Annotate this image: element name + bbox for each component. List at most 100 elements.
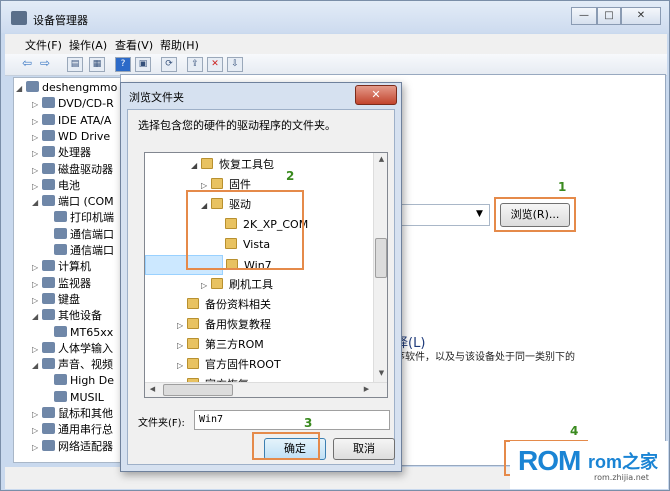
highlight-box-3 [252, 432, 320, 460]
tree-item[interactable]: High De [44, 373, 114, 389]
expander-icon[interactable]: ▷ [32, 97, 42, 113]
disable-icon[interactable]: ✕ [207, 57, 223, 72]
cancel-button[interactable]: 取消 [333, 438, 395, 460]
scan-icon[interactable]: ▣ [135, 57, 151, 72]
expander-icon[interactable]: ◢ [32, 358, 42, 374]
tree-item-label: 磁盘驱动器 [58, 162, 113, 176]
expander-icon[interactable]: ▷ [32, 260, 42, 276]
device-icon [54, 244, 67, 255]
tree-item[interactable]: ▷ IDE ATA/A [32, 113, 111, 129]
device-icon [54, 374, 67, 386]
expander-icon[interactable]: ▷ [32, 293, 42, 309]
tree-item[interactable]: ▷ 计算机 [32, 259, 91, 275]
maximize-button[interactable]: □ [597, 7, 621, 25]
tree-item[interactable]: ◢ 其他设备 [32, 308, 102, 324]
tree-item[interactable]: 通信端口 [44, 227, 114, 243]
folder-item[interactable]: ▷ 官方固件ROOT [145, 355, 373, 375]
scroll-up-icon[interactable]: ▲ [374, 153, 387, 167]
expander-icon[interactable]: ▷ [177, 316, 187, 336]
tree-item[interactable]: 打印机端 [44, 210, 114, 226]
chevron-down-icon[interactable]: ▼ [476, 209, 483, 219]
view-icon[interactable]: ▤ [67, 57, 83, 72]
tree-item[interactable]: ▷ DVD/CD-R [32, 96, 114, 112]
close-button[interactable]: ✕ [621, 7, 661, 25]
expander-icon[interactable]: ◢ [16, 81, 26, 97]
minimize-button[interactable]: — [571, 7, 597, 25]
tree-item-label: 其他设备 [58, 309, 102, 323]
tree-item[interactable]: ▷ 鼠标和其他 [32, 406, 113, 422]
menu-action[interactable]: 操作(A) [69, 37, 107, 53]
expander-icon[interactable]: ▷ [177, 356, 187, 376]
folder-tree[interactable]: ◢ 恢复工具包 ▷ 固件 ◢ 驱动 2K_XP_COM Vista Win7 ▷ 刷机工具 备份资料相… [144, 152, 388, 398]
title-bar: 设备管理器 — □ ✕ [1, 1, 669, 33]
expander-icon[interactable]: ◢ [32, 195, 42, 211]
tree-item[interactable]: ▷ 键盘 [32, 292, 80, 308]
tree-item-label: MT65xx [70, 325, 114, 339]
scroll-down-icon[interactable]: ▼ [374, 367, 387, 381]
device-icon [42, 97, 55, 109]
folder-item[interactable]: ▷ 备用恢复教程 [145, 315, 373, 335]
expander-icon[interactable]: ▷ [32, 146, 42, 162]
annotation-2: 2 [286, 169, 295, 183]
folder-item[interactable]: ◢ 恢复工具包 [145, 155, 373, 175]
menu-help[interactable]: 帮助(H) [160, 37, 199, 53]
folder-item[interactable]: 备份资料相关 [145, 295, 373, 315]
tree-item[interactable]: ▷ WD Drive [32, 129, 110, 145]
tree-item[interactable]: ▷ 监视器 [32, 276, 91, 292]
expander-icon[interactable]: ▷ [32, 342, 42, 358]
tree-item-label: 通信端口 [70, 227, 114, 241]
expander-icon[interactable]: ◢ [32, 309, 42, 325]
tree-item-label: IDE ATA/A [58, 113, 112, 127]
scroll-thumb[interactable] [375, 238, 387, 278]
expander-icon[interactable]: ▷ [32, 277, 42, 293]
vertical-scrollbar[interactable]: ▲ ▼ [373, 153, 387, 382]
tree-item[interactable]: ◢ 声音、视频 [32, 357, 113, 373]
device-icon [42, 407, 55, 418]
properties-icon[interactable]: ▦ [89, 57, 105, 72]
tree-item[interactable]: ▷ 电池 [32, 178, 80, 194]
enable-icon[interactable]: ⇩ [227, 57, 243, 72]
folder-item[interactable]: ▷ 刷机工具 [145, 275, 373, 295]
tree-item[interactable]: MUSIL [44, 390, 104, 406]
device-icon [42, 341, 55, 353]
expander-icon[interactable]: ▷ [32, 423, 42, 439]
scroll-right-icon[interactable]: ▶ [359, 383, 374, 397]
expander-icon[interactable]: ▷ [32, 130, 42, 146]
uninstall-icon[interactable]: ⇪ [187, 57, 203, 72]
expander-icon[interactable]: ▷ [177, 336, 187, 356]
tree-item[interactable]: ◢ deshengmmo [16, 80, 117, 96]
expander-icon[interactable]: ▷ [32, 163, 42, 179]
tree-item[interactable]: ◢ 端口 (COM [32, 194, 114, 210]
folder-item[interactable]: ▷ 第三方ROM [145, 335, 373, 355]
folder-input[interactable]: Win7 [194, 410, 390, 430]
expander-icon[interactable]: ◢ [191, 156, 201, 176]
tree-item[interactable]: MT65xx [44, 325, 113, 341]
menu-file[interactable]: 文件(F) [25, 37, 62, 53]
tree-item[interactable]: 通信端口 [44, 243, 114, 259]
folder-label-text: 恢复工具包 [219, 158, 274, 171]
horizontal-scrollbar[interactable]: ◀ ▶ [145, 382, 387, 397]
forward-icon[interactable]: ⇨ [37, 57, 53, 72]
tree-item[interactable]: ▷ 通用串行总 [32, 422, 113, 438]
expander-icon[interactable]: ▷ [32, 114, 42, 130]
tree-item[interactable]: ▷ 处理器 [32, 145, 91, 161]
expander-icon[interactable]: ▷ [32, 407, 42, 423]
tree-item[interactable]: ▷ 磁盘驱动器 [32, 162, 113, 178]
scroll-left-icon[interactable]: ◀ [145, 383, 160, 397]
expander-icon[interactable]: ▷ [32, 440, 42, 456]
menu-view[interactable]: 查看(V) [115, 37, 153, 53]
expander-icon[interactable]: ▷ [32, 179, 42, 195]
expander-icon[interactable]: ▷ [201, 276, 211, 296]
device-icon [42, 358, 55, 370]
tree-item[interactable]: ▷ 网络适配器 [32, 439, 113, 455]
h-scroll-thumb[interactable] [163, 384, 233, 396]
tree-item-label: High De [70, 374, 115, 388]
tree-item[interactable]: ▷ 人体学输入 [32, 341, 113, 357]
tree-item-label: 鼠标和其他 [58, 407, 113, 420]
dialog-body: 选择包含您的硬件的驱动程序的文件夹。 ◢ 恢复工具包 ▷ 固件 ◢ 驱动 2K_XP_COM… [127, 109, 395, 465]
back-icon[interactable]: ⇦ [19, 57, 35, 72]
help-icon[interactable]: ? [115, 57, 131, 72]
folder-label-text: 官方固件ROOT [205, 358, 281, 371]
dialog-close-button[interactable]: ✕ [355, 85, 397, 105]
update-driver-icon[interactable]: ⟳ [161, 57, 177, 72]
